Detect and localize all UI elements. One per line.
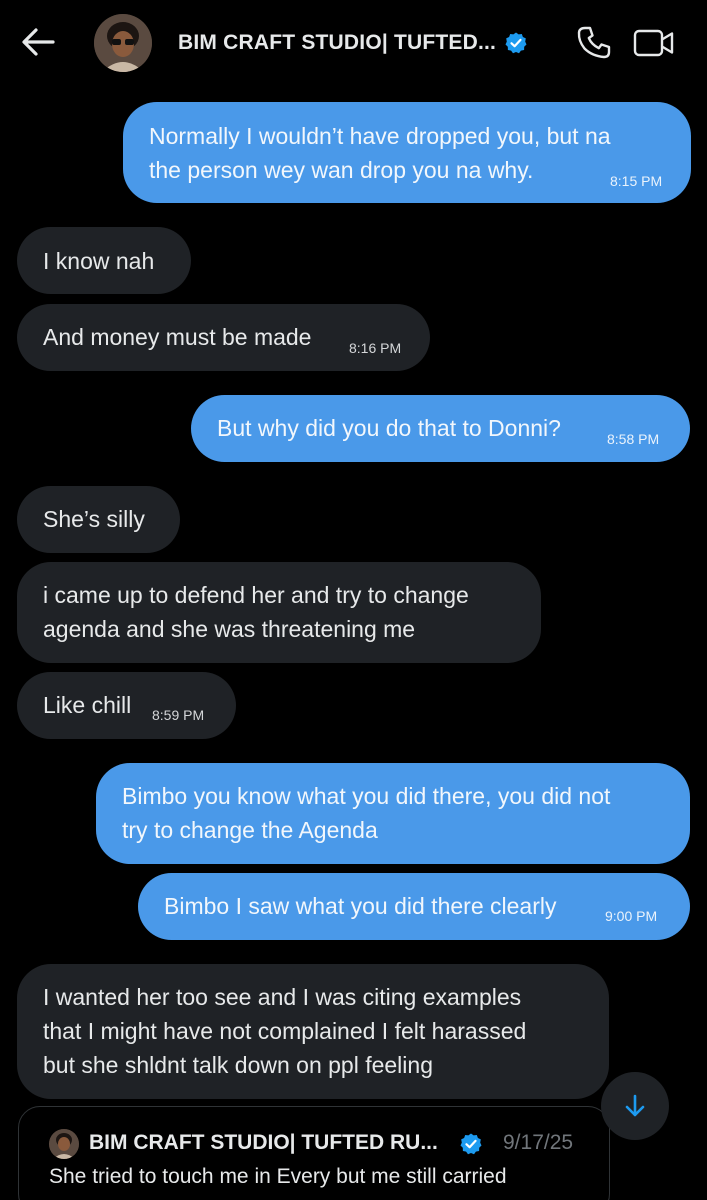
message-text: try to change the Agenda (122, 817, 378, 843)
message-text: I know nah (43, 248, 155, 274)
quoted-post-author: BIM CRAFT STUDIO| TUFTED RU... (89, 1131, 438, 1154)
message-timestamp: 8:58 PM (607, 431, 660, 447)
message-text: And money must be made (43, 324, 312, 350)
message-text: but she shldnt talk down on ppl feeling (43, 1052, 433, 1078)
chat-title-group[interactable]: BIM CRAFT STUDIO| TUFTED... (178, 26, 528, 60)
message-bubble-outgoing[interactable]: Bimbo I saw what you did there clearly 9… (138, 873, 690, 940)
message-text: But why did you do that to Donni? (217, 415, 561, 441)
phone-icon (577, 26, 611, 59)
quoted-post-body: She tried to touch me in Every but me st… (49, 1165, 507, 1188)
message-text: Bimbo you know what you did there, you d… (122, 783, 611, 809)
back-button[interactable] (18, 22, 58, 62)
message-bubble-outgoing[interactable]: But why did you do that to Donni? 8:58 P… (191, 395, 690, 462)
message-bubble-incoming[interactable]: i came up to defend her and try to chang… (17, 562, 541, 663)
message-bubble-outgoing[interactable]: Bimbo you know what you did there, you d… (96, 763, 690, 864)
video-call-button[interactable] (630, 22, 678, 64)
message-bubble-incoming[interactable]: She’s silly (17, 486, 180, 553)
message-text: Bimbo I saw what you did there clearly (164, 893, 557, 919)
message-timestamp: 8:15 PM (610, 173, 663, 189)
message-bubble-incoming[interactable]: I know nah (17, 227, 191, 294)
message-bubble-incoming[interactable]: Like chill 8:59 PM (17, 672, 236, 739)
avatar[interactable] (94, 14, 152, 72)
message-text: She’s silly (43, 506, 145, 532)
quoted-post-date: 9/17/25 (503, 1131, 574, 1154)
video-camera-icon (633, 29, 674, 57)
message-timestamp: 8:59 PM (152, 707, 205, 723)
call-button[interactable] (572, 22, 616, 64)
scroll-to-bottom-button[interactable] (601, 1072, 669, 1140)
arrow-left-icon (22, 28, 55, 56)
message-text: I wanted her too see and I was citing ex… (43, 984, 522, 1010)
message-text: Like chill (43, 692, 132, 718)
verified-badge-icon (459, 1132, 483, 1156)
message-bubble-incoming[interactable]: I wanted her too see and I was citing ex… (17, 964, 609, 1099)
message-timestamp: 8:16 PM (349, 340, 402, 356)
message-text: that I might have not complained I felt … (43, 1018, 527, 1044)
message-text: agenda and she was threatening me (43, 616, 416, 642)
chat-title: BIM CRAFT STUDIO| TUFTED... (178, 31, 497, 54)
quoted-post-card[interactable]: BIM CRAFT STUDIO| TUFTED RU... 9/17/25 S… (18, 1106, 610, 1200)
message-bubble-outgoing[interactable]: Normally I wouldn’t have dropped you, bu… (123, 102, 691, 203)
arrow-down-icon (625, 1094, 645, 1117)
message-timestamp: 9:00 PM (605, 908, 658, 924)
message-text: i came up to defend her and try to chang… (43, 582, 469, 608)
message-text: Normally I wouldn’t have dropped you, bu… (149, 123, 611, 149)
verified-badge-icon (504, 31, 528, 55)
quoted-post-avatar (49, 1129, 79, 1159)
message-bubble-incoming[interactable]: And money must be made 8:16 PM (17, 304, 430, 371)
chat-header: BIM CRAFT STUDIO| TUFTED... (0, 0, 707, 88)
message-text: the person wey wan drop you na why. (149, 157, 534, 183)
